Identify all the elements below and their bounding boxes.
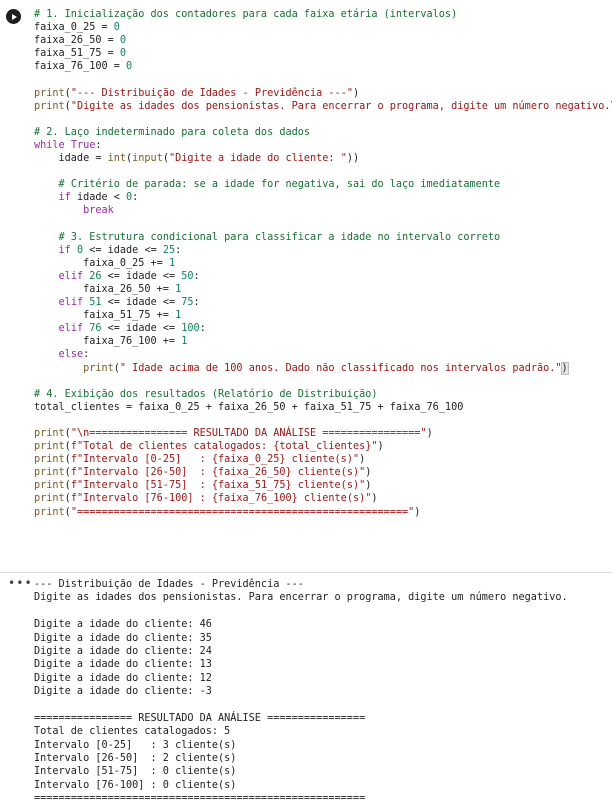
code-line: else:	[58, 349, 90, 361]
code-line: print(f"Intervalo [26-50] : {faixa_26_50…	[34, 467, 372, 479]
code-line: if 0 <= idade <= 25:	[58, 244, 182, 256]
code-cell[interactable]: # 1. Inicialização dos contadores para c…	[0, 0, 612, 572]
code-line: faixa_0_25 += 1	[34, 257, 176, 269]
code-line: print("\n================ RESULTADO DA A…	[34, 428, 433, 439]
code-line: faixa_0_25 = 0	[34, 22, 120, 34]
code-line: print(f"Total de clientes catalogados: {…	[34, 441, 384, 453]
code-line: # 3. Estrutura condicional para classifi…	[58, 231, 501, 243]
code-line: print(" Idade acima de 100 anos. Dado nã…	[83, 361, 569, 375]
code-line: faixa_76_100 = 0	[34, 61, 133, 73]
output-line: Digite a idade do cliente: 46	[34, 619, 212, 631]
output-line: ========================================…	[34, 793, 366, 805]
code-line: # 4. Exibição dos resultados (Relatório …	[34, 388, 378, 400]
code-line: # 1. Inicialização dos contadores para c…	[34, 9, 458, 20]
code-line: break	[83, 205, 114, 217]
output-line: --- Distribuição de Idades - Previdência…	[34, 579, 304, 590]
output-line: Digite as idades dos pensionistas. Para …	[34, 592, 568, 604]
output-line: Digite a idade do cliente: -3	[34, 686, 212, 698]
play-icon	[11, 13, 17, 20]
code-line: print("--- Distribuição de Idades - Prev…	[34, 87, 360, 99]
output-line: Intervalo [76-100] : 0 cliente(s)	[34, 779, 237, 791]
output-line: ================ RESULTADO DA ANÁLISE ==…	[34, 712, 366, 724]
code-editor[interactable]: # 1. Inicialização dos contadores para c…	[34, 8, 612, 519]
code-line: faixa_51_75 = 0	[34, 48, 127, 60]
code-line: print("=================================…	[34, 506, 421, 518]
code-line: print("Digite as idades dos pensionistas…	[34, 100, 612, 112]
run-cell-button[interactable]	[6, 9, 21, 24]
code-line: faixa_26_50 = 0	[34, 35, 127, 47]
output-line: Digite a idade do cliente: 13	[34, 659, 212, 671]
output-line: Total de clientes catalogados: 5	[34, 726, 231, 738]
output-line: Intervalo [51-75] : 0 cliente(s)	[34, 766, 237, 778]
output-line: Digite a idade do cliente: 12	[34, 672, 212, 684]
output-menu-button[interactable]: •••	[8, 576, 33, 590]
code-line: elif 76 <= idade <= 100:	[58, 323, 206, 335]
code-line: print(f"Intervalo [0-25] : {faixa_0_25} …	[34, 454, 366, 466]
code-line: faixa_51_75 += 1	[34, 310, 182, 322]
code-line: # 2. Laço indeterminado para coleta dos …	[34, 126, 311, 138]
code-line: elif 51 <= idade <= 75:	[58, 297, 200, 309]
code-line: faixa_26_50 += 1	[34, 283, 182, 295]
code-line: idade = int(input("Digite a idade do cli…	[34, 153, 360, 165]
code-line: faixa_76_100 += 1	[34, 336, 188, 348]
code-line: elif 26 <= idade <= 50:	[58, 270, 200, 282]
output-line: Intervalo [0-25] : 3 cliente(s)	[34, 739, 237, 751]
code-line: # Critério de parada: se a idade for neg…	[58, 179, 501, 191]
code-line: total_clientes = faixa_0_25 + faixa_26_5…	[34, 401, 464, 413]
code-line: print(f"Intervalo [76-100] : {faixa_76_1…	[34, 493, 378, 505]
code-line: while True:	[34, 139, 102, 151]
code-line: if idade < 0:	[58, 192, 139, 204]
code-line: print(f"Intervalo [51-75] : {faixa_51_75…	[34, 480, 372, 492]
cell-output: --- Distribuição de Idades - Previdência…	[34, 578, 606, 806]
cell-output-divider	[0, 572, 612, 573]
output-line: Digite a idade do cliente: 35	[34, 632, 212, 644]
output-line: Intervalo [26-50] : 2 cliente(s)	[34, 753, 237, 765]
more-horizontal-icon: •••	[8, 576, 33, 590]
output-line: Digite a idade do cliente: 24	[34, 645, 212, 657]
